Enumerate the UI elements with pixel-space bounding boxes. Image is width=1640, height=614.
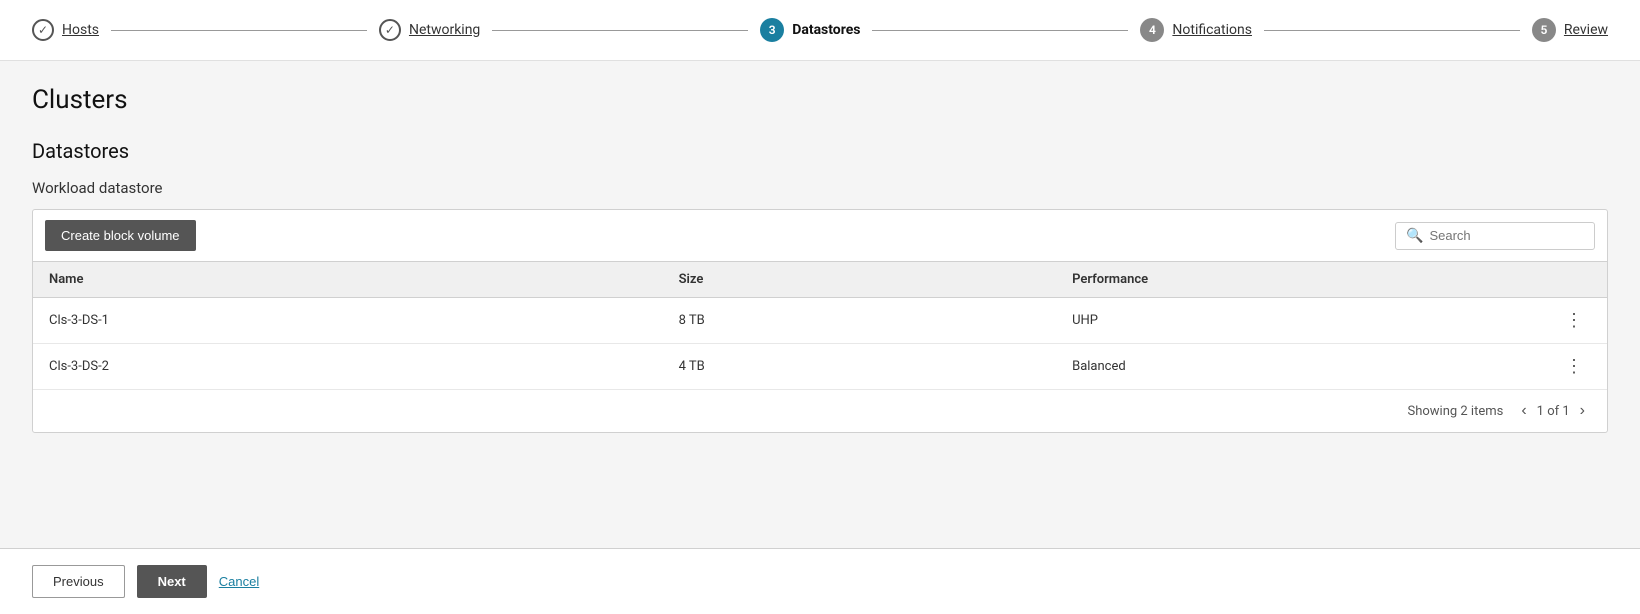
page-info: 1 of 1 <box>1537 404 1570 419</box>
create-block-volume-button[interactable]: Create block volume <box>45 220 196 251</box>
step-circle-review: 5 <box>1532 18 1556 42</box>
step-line-1 <box>111 30 367 31</box>
step-label-review[interactable]: Review <box>1564 22 1608 38</box>
datastore-table-container: Create block volume 🔍 Name Size Performa… <box>32 209 1608 433</box>
col-header-name: Name <box>33 262 663 298</box>
page-wrapper: ✓ Hosts ✓ Networking 3 Datastores 4 Noti… <box>0 0 1640 614</box>
cell-name: Cls-3-DS-2 <box>33 344 663 390</box>
row-more-icon[interactable]: ⋮ <box>1557 352 1591 381</box>
step-label-hosts[interactable]: Hosts <box>62 22 99 38</box>
table-header-row: Name Size Performance <box>33 262 1607 298</box>
step-datastores: 3 Datastores <box>760 18 860 42</box>
table-row: Cls-3-DS-2 4 TB Balanced ⋮ <box>33 344 1607 390</box>
row-more-icon[interactable]: ⋮ <box>1557 306 1591 335</box>
step-circle-notifications: 4 <box>1140 18 1164 42</box>
cell-performance: Balanced <box>1056 344 1528 390</box>
next-button[interactable]: Next <box>137 565 207 598</box>
stepper: ✓ Hosts ✓ Networking 3 Datastores 4 Noti… <box>0 0 1640 61</box>
page-title: Clusters <box>32 85 1608 115</box>
cell-performance: UHP <box>1056 298 1528 344</box>
prev-page-button[interactable]: ‹ <box>1515 400 1532 422</box>
cell-size: 4 TB <box>663 344 1057 390</box>
main-content: Clusters Datastores Workload datastore C… <box>0 61 1640 548</box>
col-header-performance: Performance <box>1056 262 1528 298</box>
subsection-title: Workload datastore <box>32 179 1608 197</box>
section-title: Datastores <box>32 139 1608 163</box>
cell-size: 8 TB <box>663 298 1057 344</box>
step-label-datastores: Datastores <box>792 22 860 38</box>
search-input[interactable] <box>1429 228 1584 243</box>
showing-items-text: Showing 2 items <box>1407 404 1503 419</box>
step-check-networking: ✓ <box>379 19 401 41</box>
step-line-2 <box>492 30 748 31</box>
step-label-networking[interactable]: Networking <box>409 22 480 38</box>
col-header-action <box>1528 262 1607 298</box>
step-circle-datastores: 3 <box>760 18 784 42</box>
step-review[interactable]: 5 Review <box>1532 18 1608 42</box>
step-line-3 <box>872 30 1128 31</box>
step-line-4 <box>1264 30 1520 31</box>
table-toolbar: Create block volume 🔍 <box>33 210 1607 262</box>
cancel-button[interactable]: Cancel <box>219 574 259 589</box>
cell-name: Cls-3-DS-1 <box>33 298 663 344</box>
search-icon: 🔍 <box>1406 228 1423 244</box>
cell-action[interactable]: ⋮ <box>1528 298 1607 344</box>
step-networking[interactable]: ✓ Networking <box>379 19 480 41</box>
next-page-button[interactable]: › <box>1574 400 1591 422</box>
table-row: Cls-3-DS-1 8 TB UHP ⋮ <box>33 298 1607 344</box>
step-hosts[interactable]: ✓ Hosts <box>32 19 99 41</box>
page-footer: Previous Next Cancel <box>0 548 1640 614</box>
previous-button[interactable]: Previous <box>32 565 125 598</box>
col-header-size: Size <box>663 262 1057 298</box>
datastore-table: Name Size Performance Cls-3-DS-1 8 TB UH… <box>33 262 1607 389</box>
step-check-hosts: ✓ <box>32 19 54 41</box>
search-box[interactable]: 🔍 <box>1395 222 1595 250</box>
step-label-notifications[interactable]: Notifications <box>1172 22 1252 38</box>
cell-action[interactable]: ⋮ <box>1528 344 1607 390</box>
step-notifications[interactable]: 4 Notifications <box>1140 18 1252 42</box>
table-footer: Showing 2 items ‹ 1 of 1 › <box>33 389 1607 432</box>
pagination-controls: ‹ 1 of 1 › <box>1515 400 1591 422</box>
